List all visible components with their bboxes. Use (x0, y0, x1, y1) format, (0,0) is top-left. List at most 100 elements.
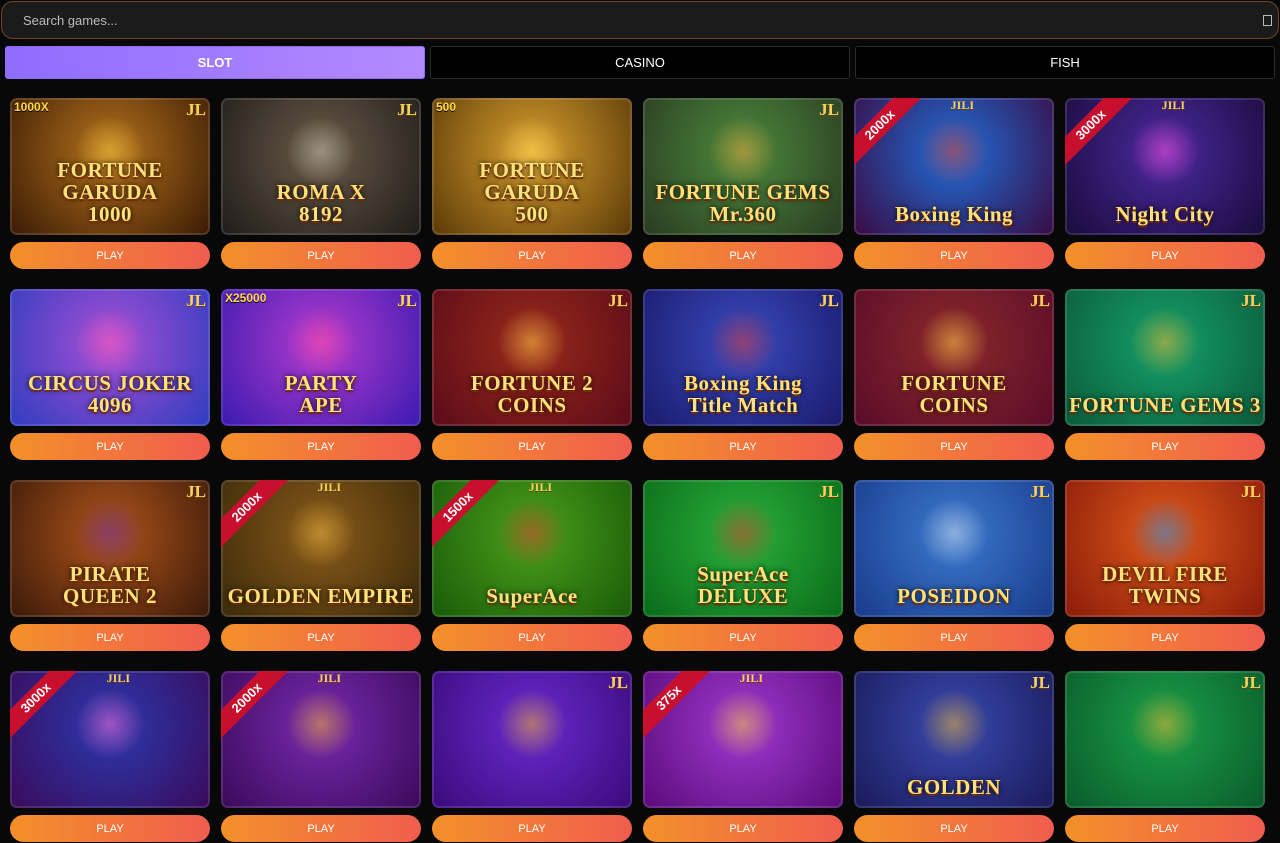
game-thumbnail[interactable]: JL X25000 PARTY APE (221, 289, 421, 426)
play-button[interactable]: PLAY (643, 815, 843, 842)
provider-logo: JL (397, 291, 417, 310)
game-card: JILI 3000x Night City PLAY (1065, 98, 1265, 270)
search-input[interactable] (2, 2, 1263, 38)
multiplier-ribbon: 3000x (1065, 98, 1134, 168)
tab-casino[interactable]: CASINO (430, 46, 850, 79)
play-button[interactable]: PLAY (854, 815, 1054, 842)
play-button[interactable]: PLAY (432, 433, 632, 460)
play-button[interactable]: PLAY (221, 433, 421, 460)
game-card: JL CIRCUS JOKER 4096 PLAY (10, 289, 210, 461)
play-button[interactable]: PLAY (221, 624, 421, 651)
play-button[interactable]: PLAY (10, 815, 210, 842)
game-thumbnail[interactable]: JL Boxing King Title Match (643, 289, 843, 426)
play-button[interactable]: PLAY (643, 242, 843, 269)
game-thumbnail[interactable]: JL GOLDEN (854, 671, 1054, 808)
game-title: Boxing King Title Match (683, 371, 803, 417)
game-card: JL GOLDEN PLAY (854, 671, 1054, 843)
game-thumbnail[interactable]: JL FORTUNE GEMS Mr.360 (643, 98, 843, 235)
game-title: FORTUNE GEMS 3 (1069, 393, 1261, 417)
play-button[interactable]: PLAY (432, 242, 632, 269)
game-thumbnail[interactable]: JL CIRCUS JOKER 4096 (10, 289, 210, 426)
game-thumbnail[interactable]: JL FORTUNE GEMS 3 (1065, 289, 1265, 426)
game-thumbnail[interactable]: JL FORTUNE 2 COINS (432, 289, 632, 426)
provider-logo: JILI (950, 98, 974, 112)
game-card: JL FORTUNE GEMS Mr.360 PLAY (643, 98, 843, 270)
game-thumbnail[interactable]: JILI 2000x GOLDEN EMPIRE (221, 480, 421, 617)
multiplier-ribbon: 2000x (854, 98, 923, 168)
game-thumbnail[interactable]: JILI 2000x (221, 671, 421, 808)
play-button[interactable]: PLAY (221, 815, 421, 842)
game-card: JL FORTUNE 2 COINS PLAY (432, 289, 632, 461)
game-title: FORTUNE COINS (901, 371, 1007, 417)
multiplier-ribbon: 3000x (10, 671, 79, 741)
game-art (1130, 689, 1200, 759)
provider-logo: JL (1030, 482, 1050, 501)
game-art (497, 689, 567, 759)
play-button[interactable]: PLAY (221, 242, 421, 269)
multiplier-badge: X25000 (225, 291, 267, 305)
play-button[interactable]: PLAY (10, 433, 210, 460)
game-art (1130, 307, 1200, 377)
game-title: ROMA X 8192 (276, 180, 366, 226)
game-title: FORTUNE GARUDA 500 (479, 158, 585, 226)
game-thumbnail[interactable]: JL (1065, 671, 1265, 808)
provider-logo: JILI (317, 480, 341, 494)
game-title: POSEIDON (897, 584, 1011, 608)
play-button[interactable]: PLAY (432, 624, 632, 651)
game-art (286, 498, 356, 568)
play-button[interactable]: PLAY (643, 433, 843, 460)
game-thumbnail[interactable]: JILI 2000x Boxing King (854, 98, 1054, 235)
play-button[interactable]: PLAY (1065, 433, 1265, 460)
game-card: JILI 3000x PLAY (10, 671, 210, 843)
provider-logo: JL (186, 291, 206, 310)
search-icon[interactable] (1263, 14, 1272, 26)
game-thumbnail[interactable]: JL (432, 671, 632, 808)
game-art (1130, 498, 1200, 568)
game-card: 500 FORTUNE GARUDA 500 PLAY (432, 98, 632, 270)
game-thumbnail[interactable]: JL SuperAce DELUXE (643, 480, 843, 617)
game-thumbnail[interactable]: JILI 375x (643, 671, 843, 808)
play-button[interactable]: PLAY (854, 624, 1054, 651)
game-thumbnail[interactable]: JILI 3000x (10, 671, 210, 808)
provider-logo: JL (608, 291, 628, 310)
game-thumbnail[interactable]: 500 FORTUNE GARUDA 500 (432, 98, 632, 235)
game-title: GOLDEN (906, 775, 1001, 799)
game-title: Boxing King (894, 202, 1014, 226)
search-bar (1, 1, 1279, 39)
game-title: Night City (1115, 202, 1215, 226)
tab-slot[interactable]: SLOT (5, 46, 425, 79)
game-card: JL DEVIL FIRE TWINS PLAY (1065, 480, 1265, 652)
provider-logo: JL (1241, 291, 1261, 310)
play-button[interactable]: PLAY (854, 433, 1054, 460)
play-button[interactable]: PLAY (1065, 242, 1265, 269)
game-art (75, 307, 145, 377)
game-art (497, 498, 567, 568)
game-art (286, 689, 356, 759)
game-title: GOLDEN EMPIRE (227, 584, 415, 608)
play-button[interactable]: PLAY (643, 624, 843, 651)
play-button[interactable]: PLAY (1065, 815, 1265, 842)
game-thumbnail[interactable]: JL ROMA X 8192 (221, 98, 421, 235)
game-thumbnail[interactable]: JILI 3000x Night City (1065, 98, 1265, 235)
play-button[interactable]: PLAY (854, 242, 1054, 269)
game-thumbnail[interactable]: JL DEVIL FIRE TWINS (1065, 480, 1265, 617)
game-card: JL PLAY (432, 671, 632, 843)
game-thumbnail[interactable]: JILI 1500x SuperAce (432, 480, 632, 617)
game-thumbnail[interactable]: JL POSEIDON (854, 480, 1054, 617)
play-button[interactable]: PLAY (10, 242, 210, 269)
game-thumbnail[interactable]: JL 1000X FORTUNE GARUDA 1000 (10, 98, 210, 235)
play-button[interactable]: PLAY (1065, 624, 1265, 651)
provider-logo: JILI (317, 671, 341, 685)
provider-logo: JL (186, 100, 206, 119)
play-button[interactable]: PLAY (432, 815, 632, 842)
game-art (75, 689, 145, 759)
tab-fish[interactable]: FISH (855, 46, 1275, 79)
game-card: JL FORTUNE COINS PLAY (854, 289, 1054, 461)
game-art (75, 498, 145, 568)
multiplier-ribbon: 2000x (221, 480, 290, 550)
multiplier-badge: 1000X (14, 100, 49, 114)
game-card: JILI 2000x Boxing King PLAY (854, 98, 1054, 270)
game-thumbnail[interactable]: JL FORTUNE COINS (854, 289, 1054, 426)
play-button[interactable]: PLAY (10, 624, 210, 651)
game-thumbnail[interactable]: JL PIRATE QUEEN 2 (10, 480, 210, 617)
